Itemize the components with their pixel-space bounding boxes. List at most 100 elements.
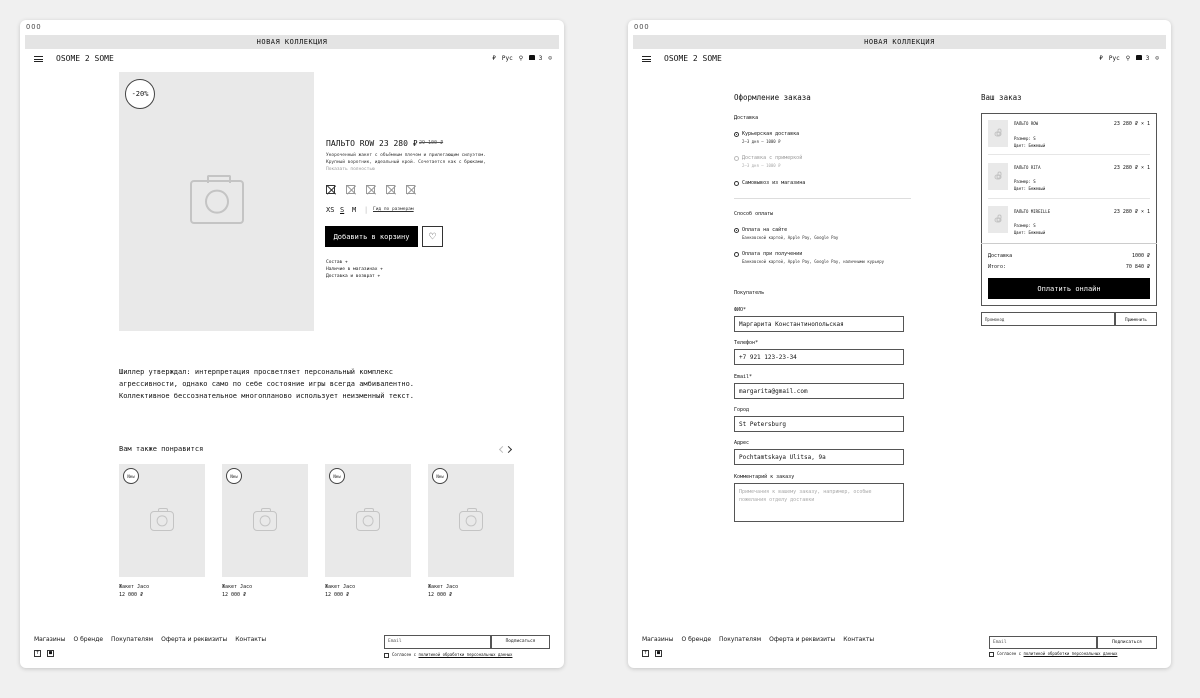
cart-button[interactable]: 3	[1136, 55, 1149, 62]
cart-button[interactable]: 3	[529, 55, 542, 62]
order-item-image-1[interactable]	[988, 120, 1008, 147]
subscribe-email-input[interactable]: Email	[384, 635, 491, 649]
order-item-size-2: Размер: S	[1014, 179, 1036, 184]
footer-link-stores[interactable]: Магазины	[642, 636, 673, 643]
recommend-name-2[interactable]: Жакет Jaco	[222, 584, 252, 590]
divider	[734, 198, 911, 199]
search-icon[interactable]: ⚲	[1126, 55, 1130, 62]
order-item-image-2[interactable]	[988, 163, 1008, 190]
menu-icon[interactable]	[34, 56, 43, 62]
order-item-name-3[interactable]: ПАЛЬТО MIREILLE	[1014, 209, 1050, 214]
payment-online-title[interactable]: Оплата на сайте	[742, 227, 787, 233]
consent-link[interactable]: политикой обработки персональных данных	[1024, 651, 1118, 656]
add-to-cart-button[interactable]: Добавить в корзину	[325, 226, 418, 247]
delivery-pickup-title[interactable]: Самовывоз из магазина	[742, 180, 805, 186]
order-item-image-3[interactable]	[988, 206, 1008, 233]
currency-switch[interactable]: ₽	[492, 55, 496, 62]
consent-checkbox[interactable]	[384, 653, 389, 658]
order-item-name-1[interactable]: ПАЛЬТО ROW	[1014, 121, 1038, 126]
facebook-icon[interactable]: f	[642, 650, 649, 657]
product-image[interactable]: -20%	[119, 72, 314, 331]
city-label: Город	[734, 407, 750, 413]
search-icon[interactable]: ⚲	[519, 55, 523, 62]
recommend-name-3[interactable]: Жакет Jaco	[325, 584, 355, 590]
order-item-color-1: Цвет: Бежевый	[1014, 143, 1046, 148]
order-title: Ваш заказ	[981, 93, 1022, 102]
color-swatch-4[interactable]	[386, 185, 395, 194]
new-badge: New	[123, 468, 139, 484]
phone-input[interactable]: +7 921 123-23-34	[734, 349, 904, 365]
footer-link-customers[interactable]: Покупателям	[111, 636, 153, 643]
composition-toggle[interactable]: Состав +	[326, 260, 348, 265]
color-swatch-3[interactable]	[366, 185, 375, 194]
payment-online-radio[interactable]	[734, 228, 739, 233]
camera-icon	[459, 507, 483, 531]
footer-link-brand[interactable]: О бренде	[681, 636, 711, 643]
user-icon[interactable]: ☺	[1155, 55, 1159, 62]
address-input[interactable]: Pochtamtskaya Ulitsa, 9a	[734, 449, 904, 465]
pay-online-button[interactable]: Оплатить онлайн	[988, 278, 1150, 299]
divider	[981, 243, 1157, 244]
consent-link[interactable]: политикой обработки персональных данных	[419, 652, 513, 657]
recommend-name-1[interactable]: Жакет Jaco	[119, 584, 149, 590]
instagram-icon[interactable]: ■	[655, 650, 662, 657]
promo-banner[interactable]: НОВАЯ КОЛЛЕКЦИЯ	[633, 35, 1166, 49]
availability-toggle[interactable]: Наличие в магазинах +	[326, 267, 383, 272]
footer-link-contacts[interactable]: Контакты	[235, 636, 266, 643]
size-m[interactable]: M	[352, 206, 356, 214]
name-input[interactable]: Маргарита Константинопольская	[734, 316, 904, 332]
user-icon[interactable]: ☺	[548, 55, 552, 62]
order-item-name-2[interactable]: ПАЛЬТО RITA	[1014, 165, 1041, 170]
consent-checkbox[interactable]	[989, 652, 994, 657]
delivery-fitting-radio[interactable]	[734, 156, 739, 161]
promo-banner[interactable]: НОВАЯ КОЛЛЕКЦИЯ	[25, 35, 559, 49]
next-arrow-icon[interactable]	[504, 445, 513, 454]
subscribe-button[interactable]: Подписаться	[491, 635, 550, 649]
footer-link-customers[interactable]: Покупателям	[719, 636, 761, 643]
menu-icon[interactable]	[642, 56, 651, 62]
size-guide-link[interactable]: Гид по размерам	[373, 207, 414, 212]
recommend-card-image-2[interactable]: New	[222, 464, 308, 577]
subscribe-button[interactable]: Подписаться	[1097, 636, 1157, 649]
show-all-link[interactable]: Показать полностью	[326, 167, 375, 172]
footer-link-offer[interactable]: Оферта и реквизиты	[161, 636, 227, 643]
subscribe-email-input[interactable]: Email	[989, 636, 1097, 649]
currency-switch[interactable]: ₽	[1099, 55, 1103, 62]
footer-link-contacts[interactable]: Контакты	[843, 636, 874, 643]
color-swatch-1[interactable]	[326, 185, 335, 194]
delivery-toggle[interactable]: Доставка и возврат +	[326, 274, 380, 279]
delivery-pickup-radio[interactable]	[734, 181, 739, 186]
footer-link-brand[interactable]: О бренде	[73, 636, 103, 643]
size-xs[interactable]: XS	[326, 206, 334, 214]
recommend-card-image-3[interactable]: New	[325, 464, 411, 577]
delivery-courier-title[interactable]: Курьерская доставка	[742, 131, 799, 137]
facebook-icon[interactable]: f	[34, 650, 41, 657]
logo[interactable]: OSOME 2 SOME	[664, 54, 722, 63]
delivery-courier-radio[interactable]	[734, 132, 739, 137]
footer-link-offer[interactable]: Оферта и реквизиты	[769, 636, 835, 643]
delivery-fitting-title[interactable]: Доставка с примеркой	[742, 155, 802, 161]
language-switch[interactable]: Рус	[502, 55, 513, 62]
recommend-card-image-1[interactable]: New	[119, 464, 205, 577]
logo[interactable]: OSOME 2 SOME	[56, 54, 114, 63]
total-value: 70 840 ₽	[1125, 264, 1150, 270]
wishlist-button[interactable]: ♡	[422, 226, 443, 247]
color-swatch-2[interactable]	[346, 185, 355, 194]
recommend-card-image-4[interactable]: New	[428, 464, 514, 577]
recommend-name-4[interactable]: Жакет Jaco	[428, 584, 458, 590]
email-input[interactable]: margarita@gmail.com	[734, 383, 904, 399]
language-switch[interactable]: Рус	[1109, 55, 1120, 62]
size-s[interactable]: S	[340, 206, 344, 214]
payment-on-delivery-radio[interactable]	[734, 252, 739, 257]
site-header: OSOME 2 SOME ₽ Рус ⚲ 3 ☺	[20, 52, 564, 68]
payment-on-delivery-title[interactable]: Оплата при получении	[742, 251, 802, 257]
promo-code-input[interactable]: Промокод	[981, 312, 1115, 326]
instagram-icon[interactable]: ■	[47, 650, 54, 657]
camera-icon	[253, 507, 277, 531]
apply-promo-button[interactable]: Применить	[1115, 312, 1157, 326]
footer-link-stores[interactable]: Магазины	[34, 636, 65, 643]
city-input[interactable]: St Petersburg	[734, 416, 904, 432]
color-swatch-5[interactable]	[406, 185, 415, 194]
product-price: 23 280 ₽	[379, 139, 418, 148]
comment-textarea[interactable]: Примечания к вашему заказу, например, ос…	[734, 483, 904, 522]
